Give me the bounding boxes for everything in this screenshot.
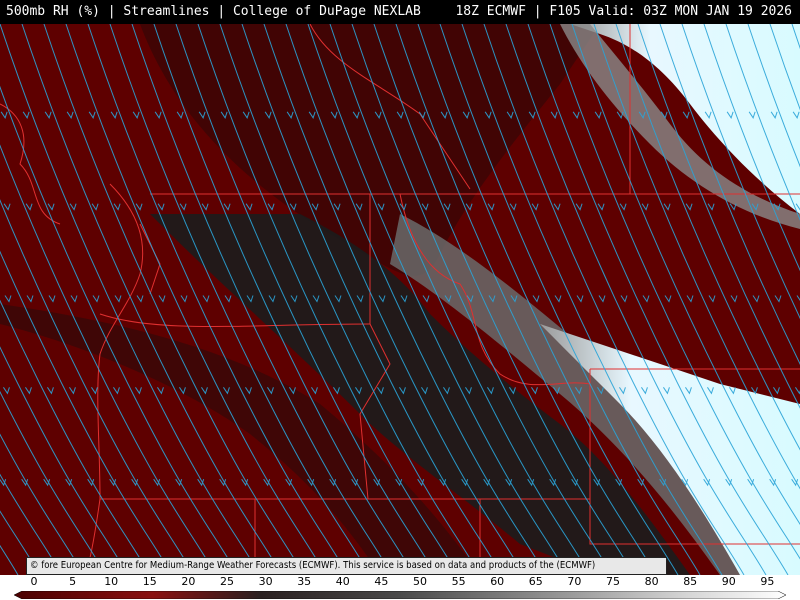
legend-tick-45: 45 bbox=[374, 575, 389, 588]
legend-tick-75: 75 bbox=[606, 575, 620, 588]
map-header: 500mb RH (%) | Streamlines | College of … bbox=[0, 0, 800, 24]
legend-tick-15: 15 bbox=[142, 575, 157, 588]
legend-tick-95: 95 bbox=[760, 575, 775, 588]
legend-tick-55: 55 bbox=[451, 575, 466, 588]
legend-tick-labels: 0 5 10 15 20 25 30 35 40 45 50 55 60 65 70 75 80 85 90 95 bbox=[0, 575, 800, 589]
product-title: 500mb RH (%) | Streamlines | College of … bbox=[6, 4, 421, 19]
legend-tick-65: 65 bbox=[528, 575, 543, 588]
legend-tick-85: 85 bbox=[683, 575, 698, 588]
legend-tick-50: 50 bbox=[413, 575, 427, 588]
legend-tick-80: 80 bbox=[644, 575, 659, 588]
legend-tick-90: 90 bbox=[721, 575, 736, 588]
legend-tick-25: 25 bbox=[220, 575, 234, 588]
rh-map bbox=[0, 24, 800, 575]
colorbar bbox=[14, 591, 786, 599]
legend-tick-20: 20 bbox=[181, 575, 196, 588]
ecmwf-credit: © fore European Centre for Medium-Range … bbox=[26, 557, 667, 575]
legend-tick-0: 0 bbox=[30, 575, 38, 588]
legend-tick-60: 60 bbox=[490, 575, 505, 588]
legend-tick-35: 35 bbox=[297, 575, 312, 588]
legend-tick-30: 30 bbox=[258, 575, 273, 588]
legend-tick-10: 10 bbox=[104, 575, 119, 588]
valid-time: 18Z ECMWF | F105 Valid: 03Z MON JAN 19 2… bbox=[455, 4, 792, 19]
rh-color-legend: 0 5 10 15 20 25 30 35 40 45 50 55 60 65 70 75 80 85 90 95 bbox=[0, 575, 800, 600]
legend-tick-5: 5 bbox=[69, 575, 77, 588]
legend-tick-40: 40 bbox=[335, 575, 350, 588]
legend-tick-70: 70 bbox=[567, 575, 582, 588]
